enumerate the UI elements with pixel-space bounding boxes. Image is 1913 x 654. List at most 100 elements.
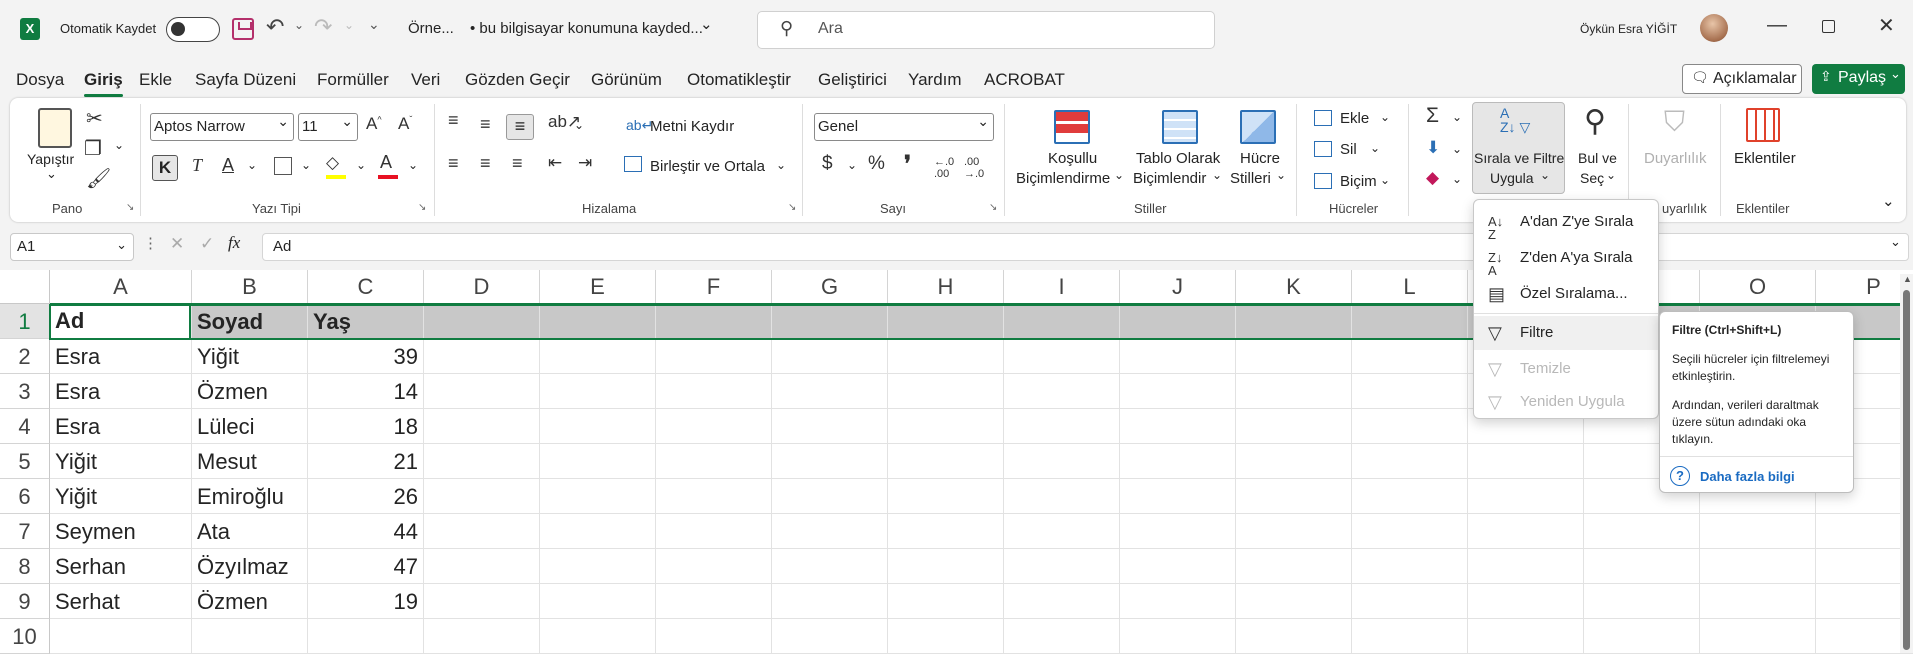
font-name-select[interactable]: Aptos Narrow <box>150 108 294 141</box>
cell-styles-icon[interactable] <box>1240 110 1276 144</box>
cell-m6[interactable] <box>1468 479 1584 514</box>
cell-f1[interactable] <box>656 304 772 339</box>
underline-button[interactable]: A <box>222 155 234 176</box>
cell-c1[interactable]: Yaş <box>308 304 424 339</box>
row-header-7[interactable]: 7 <box>0 514 50 549</box>
cell-d10[interactable] <box>424 619 540 654</box>
cell-d3[interactable] <box>424 374 540 409</box>
cell-e2[interactable] <box>540 339 656 374</box>
font-color-dropdown-icon[interactable]: ⌄ <box>408 158 418 172</box>
close-icon[interactable]: ✕ <box>1878 13 1895 38</box>
redo-dropdown-icon[interactable]: ⌄ <box>344 18 354 32</box>
cell-e9[interactable] <box>540 584 656 619</box>
find-dropdown-icon[interactable]: ⌄ <box>1606 168 1616 182</box>
cell-g7[interactable] <box>772 514 888 549</box>
increase-indent-icon[interactable]: ⇥ <box>578 153 592 173</box>
name-box[interactable]: A1 ⌄ <box>10 233 134 261</box>
align-middle-icon[interactable]: ≡ <box>480 114 491 135</box>
paste-label[interactable]: Yapıştır <box>27 151 74 167</box>
menu-filter[interactable]: ▽ Filtre <box>1474 316 1658 350</box>
cell-e8[interactable] <box>540 549 656 584</box>
column-header-c[interactable]: C <box>308 270 424 304</box>
cell-d5[interactable] <box>424 444 540 479</box>
cell-o8[interactable] <box>1700 549 1816 584</box>
cell-a6[interactable]: Yiğit <box>50 479 192 514</box>
menu-custom-sort[interactable]: ▤ Özel Sıralama... <box>1474 277 1658 311</box>
cell-m5[interactable] <box>1468 444 1584 479</box>
cell-a9[interactable]: Serhat <box>50 584 192 619</box>
insert-cells-label[interactable]: Ekle <box>1340 110 1369 127</box>
cell-k6[interactable] <box>1236 479 1352 514</box>
cell-a8[interactable]: Serhan <box>50 549 192 584</box>
format-painter-icon[interactable]: 🖌 <box>86 166 111 191</box>
row-header-1[interactable]: 1 <box>0 304 50 339</box>
conditional-formatting-label-1[interactable]: Koşullu <box>1048 150 1097 167</box>
cell-i9[interactable] <box>1004 584 1120 619</box>
cell-b9[interactable]: Özmen <box>192 584 308 619</box>
row-header-10[interactable]: 10 <box>0 619 50 654</box>
font-size-select[interactable]: 11 <box>298 108 358 141</box>
cell-j2[interactable] <box>1120 339 1236 374</box>
cell-n7[interactable] <box>1584 514 1700 549</box>
cell-p9[interactable] <box>1816 584 1913 619</box>
cell-d1[interactable] <box>424 304 540 339</box>
cell-h2[interactable] <box>888 339 1004 374</box>
collapse-ribbon-icon[interactable]: ⌄ <box>1882 192 1895 210</box>
cell-d4[interactable] <box>424 409 540 444</box>
cell-b6[interactable]: Emiroğlu <box>192 479 308 514</box>
italic-button[interactable]: T <box>192 155 202 176</box>
borders-icon[interactable] <box>274 157 292 175</box>
cell-a2[interactable]: Esra <box>50 339 192 374</box>
cell-g3[interactable] <box>772 374 888 409</box>
bold-button[interactable]: K <box>152 155 178 181</box>
cell-i1[interactable] <box>1004 304 1120 339</box>
cell-g9[interactable] <box>772 584 888 619</box>
tab-veri[interactable]: Veri <box>411 70 440 90</box>
cell-i10[interactable] <box>1004 619 1120 654</box>
cell-i3[interactable] <box>1004 374 1120 409</box>
addins-icon[interactable] <box>1746 108 1780 142</box>
row-header-2[interactable]: 2 <box>0 339 50 374</box>
tooltip-more-link[interactable]: Daha fazla bilgi <box>1700 468 1795 485</box>
cell-b10[interactable] <box>192 619 308 654</box>
sensitivity-label[interactable]: Duyarlılık <box>1644 150 1707 167</box>
column-header-a[interactable]: A <box>50 270 192 304</box>
cell-d6[interactable] <box>424 479 540 514</box>
cell-n8[interactable] <box>1584 549 1700 584</box>
merge-dropdown-icon[interactable]: ⌄ <box>776 158 786 172</box>
font-launcher-icon[interactable]: ↘ <box>418 202 426 213</box>
cell-g8[interactable] <box>772 549 888 584</box>
column-header-i[interactable]: I <box>1004 270 1120 304</box>
column-header-l[interactable]: L <box>1352 270 1468 304</box>
column-header-b[interactable]: B <box>192 270 308 304</box>
row-header-8[interactable]: 8 <box>0 549 50 584</box>
conditional-dropdown-icon[interactable]: ⌄ <box>1114 168 1124 182</box>
cell-f4[interactable] <box>656 409 772 444</box>
cell-g10[interactable] <box>772 619 888 654</box>
cell-f2[interactable] <box>656 339 772 374</box>
cell-i7[interactable] <box>1004 514 1120 549</box>
cell-l8[interactable] <box>1352 549 1468 584</box>
cell-a4[interactable]: Esra <box>50 409 192 444</box>
menu-sort-az[interactable]: A↓ Z A'dan Z'ye Sırala <box>1474 205 1658 241</box>
conditional-formatting-label-2[interactable]: Biçimlendirme <box>1016 170 1110 187</box>
avatar[interactable] <box>1700 14 1728 42</box>
cell-n10[interactable] <box>1584 619 1700 654</box>
insert-cells-icon[interactable] <box>1314 110 1332 126</box>
find-select-icon[interactable]: ⚲ <box>1584 104 1606 139</box>
cell-j4[interactable] <box>1120 409 1236 444</box>
cell-l9[interactable] <box>1352 584 1468 619</box>
underline-dropdown-icon[interactable]: ⌄ <box>247 158 257 172</box>
cell-c5[interactable]: 21 <box>308 444 424 479</box>
tab-otomatiklestir[interactable]: Otomatikleştir <box>687 70 791 90</box>
insert-dropdown-icon[interactable]: ⌄ <box>1380 110 1390 124</box>
cell-l2[interactable] <box>1352 339 1468 374</box>
grow-font-icon[interactable]: A^ <box>366 114 382 134</box>
comments-button[interactable]: 🗨 Açıklamalar <box>1682 64 1802 94</box>
redo-icon[interactable]: ↷ <box>314 14 332 40</box>
clear-dropdown-icon[interactable]: ⌄ <box>1452 172 1462 186</box>
cell-l5[interactable] <box>1352 444 1468 479</box>
column-header-g[interactable]: G <box>772 270 888 304</box>
cell-k3[interactable] <box>1236 374 1352 409</box>
cell-g6[interactable] <box>772 479 888 514</box>
